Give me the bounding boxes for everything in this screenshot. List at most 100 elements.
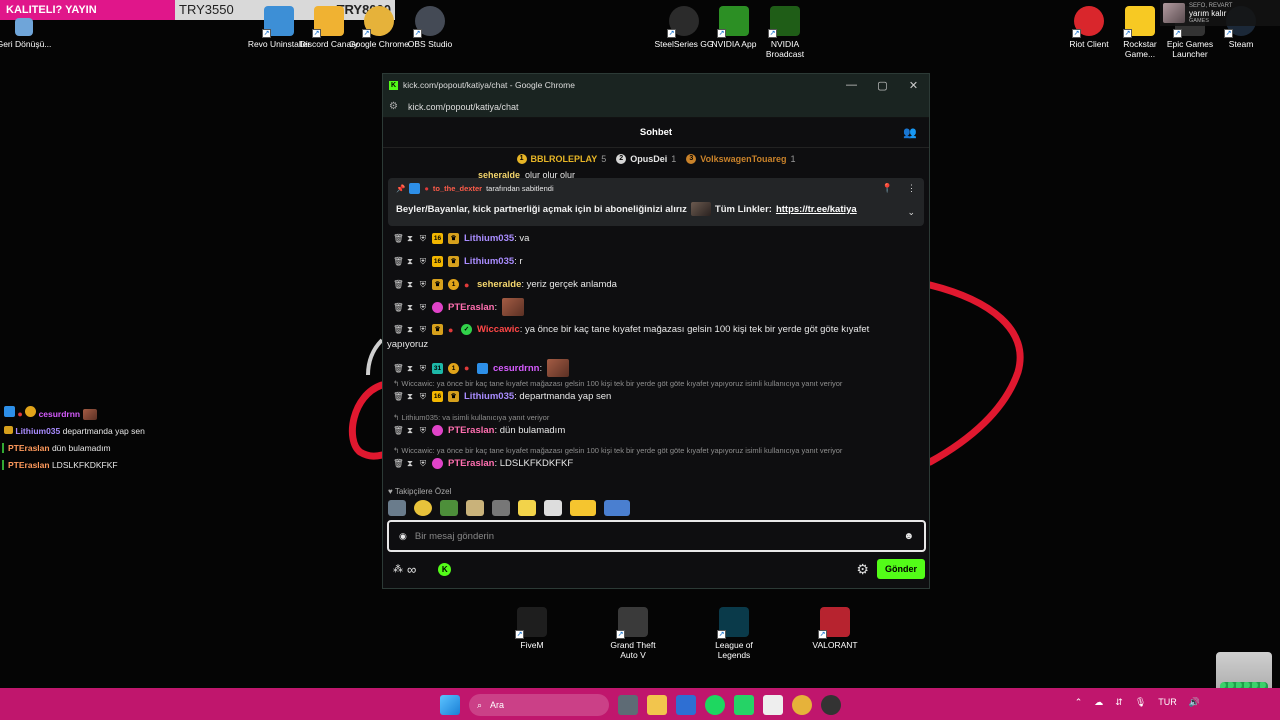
spotify-icon[interactable]	[705, 695, 725, 715]
chat-username[interactable]: Lithium035	[464, 256, 514, 267]
delete-icon[interactable]: 🗑	[393, 302, 404, 313]
title-bar[interactable]: K kick.com/popout/katiya/chat - Google C…	[383, 74, 929, 96]
search-box[interactable]: ⌕ Ara	[469, 694, 609, 716]
address-bar[interactable]: ⚙ kick.com/popout/katiya/chat	[383, 96, 929, 118]
delete-icon[interactable]: 🗑	[393, 233, 404, 244]
pinned-link[interactable]: https://tr.ee/katiya	[776, 204, 857, 215]
mail-icon[interactable]	[676, 695, 696, 715]
reply-context[interactable]: ↰ Wiccawic: ya önce bir kaç tane kıyafet…	[393, 446, 842, 455]
shield-icon[interactable]: ⛨	[419, 302, 427, 313]
whatsapp-icon[interactable]	[734, 695, 754, 715]
chat-message: 🗑 ⧗ ⛨ 16 ♛ Lithium035: r	[393, 256, 921, 267]
minimize-button[interactable]: —	[836, 79, 867, 92]
emote-icon[interactable]	[388, 500, 406, 516]
chat-username[interactable]: Wiccawic	[477, 324, 520, 335]
chat-username[interactable]: PTEraslan	[448, 302, 494, 313]
desktop-icon-lol[interactable]: ↗ League of Legends	[702, 607, 766, 660]
emote-icon[interactable]	[466, 500, 484, 516]
notepad-icon[interactable]	[763, 695, 783, 715]
chat-username[interactable]: seheralde	[477, 279, 521, 290]
language-indicator[interactable]: TUR	[1158, 697, 1177, 708]
leaderboard-item[interactable]: 3 VolkswagenTouareg 1	[686, 154, 795, 164]
mic-icon[interactable]: 🎙	[1135, 697, 1146, 708]
desktop-icon-nvidia-broadcast[interactable]: ↗ NVIDIA Broadcast	[753, 6, 817, 59]
send-button[interactable]: Gönder	[876, 559, 925, 579]
chevron-down-icon[interactable]: ⌄	[907, 207, 915, 218]
calculator-icon[interactable]	[618, 695, 638, 715]
infinity-icon[interactable]: ∞	[407, 562, 416, 577]
desktop-icon-fivem[interactable]: ↗ FiveM	[500, 607, 564, 650]
folder-icon[interactable]	[647, 695, 667, 715]
emote-icon[interactable]	[518, 500, 536, 516]
pinned-by-user[interactable]: to_the_dexter	[433, 184, 482, 193]
timeout-icon[interactable]: ⧗	[406, 458, 414, 469]
volume-icon[interactable]: 🔊	[1189, 697, 1200, 708]
shield-icon[interactable]: ⛨	[419, 363, 427, 374]
reply-text: Wiccawic: ya önce bir kaç tane kıyafet m…	[401, 379, 843, 388]
delete-icon[interactable]: 🗑	[393, 363, 404, 374]
delete-icon[interactable]: 🗑	[393, 458, 404, 469]
shield-icon[interactable]: ⛨	[419, 425, 427, 436]
chat-username[interactable]: PTEraslan	[448, 425, 494, 436]
reply-context[interactable]: ↰ Wiccawic: ya önce bir kaç tane kıyafet…	[393, 379, 842, 388]
shield-icon[interactable]: ⛨	[419, 279, 427, 290]
discord-icon: ↗	[312, 6, 344, 38]
more-options-icon[interactable]: ⋮	[907, 183, 916, 194]
close-button[interactable]: ✕	[898, 79, 929, 92]
points-icon[interactable]: ⁂	[393, 564, 403, 575]
cloud-icon[interactable]: ☁	[1094, 697, 1103, 708]
windows-start-icon[interactable]	[440, 695, 460, 715]
maximize-button[interactable]: ▢	[867, 79, 898, 92]
timeout-icon[interactable]: ⧗	[406, 391, 414, 402]
chat-username[interactable]: Lithium035	[464, 233, 514, 244]
chevron-up-icon[interactable]: ⌃	[1075, 697, 1083, 708]
shield-icon[interactable]: ⛨	[419, 391, 427, 402]
chat-input[interactable]: ◉ Bir mesaj gönderin ☻	[387, 520, 926, 552]
timeout-icon[interactable]: ⧗	[406, 279, 414, 290]
network-icon[interactable]: ⇵	[1115, 697, 1123, 708]
emote-icon[interactable]	[604, 500, 630, 516]
shield-icon[interactable]: ⛨	[419, 458, 427, 469]
site-settings-icon[interactable]: ⚙	[389, 101, 398, 112]
obs-taskbar-icon[interactable]	[821, 695, 841, 715]
chat-username[interactable]: PTEraslan	[448, 458, 494, 469]
emote-icon[interactable]	[544, 500, 562, 516]
desktop-icon-valorant[interactable]: ↗ VALORANT	[803, 607, 867, 650]
timeout-icon[interactable]: ⧗	[406, 363, 414, 374]
desktop-icon-obs[interactable]: ↗ OBS Studio	[398, 6, 462, 49]
emote-icon[interactable]	[414, 500, 432, 516]
desktop-icon-recycle[interactable]: Geri Dönüşü...	[0, 18, 56, 49]
chat-username[interactable]: cesurdrnn	[493, 363, 539, 374]
notification-toast[interactable]: SEFO, REVART yarım kalır GAMES	[1160, 0, 1280, 26]
kick-icon[interactable]: K	[438, 562, 452, 576]
delete-icon[interactable]: 🗑	[393, 425, 404, 436]
emote-picker-icon[interactable]: ◉	[399, 531, 407, 542]
delete-icon[interactable]: 🗑	[393, 391, 404, 402]
timeout-icon[interactable]: ⧗	[406, 256, 414, 267]
shield-icon[interactable]: ⛨	[419, 324, 427, 335]
leaderboard-item[interactable]: 1 BBLROLEPLAY 5	[516, 154, 606, 164]
smiley-icon[interactable]: ☻	[903, 531, 914, 542]
desktop-icon-gta[interactable]: ↗ Grand Theft Auto V	[601, 607, 665, 660]
chrome-taskbar-icon[interactable]	[792, 695, 812, 715]
settings-gear-icon[interactable]: ⚙	[856, 561, 869, 578]
users-icon[interactable]: 👥	[903, 126, 917, 139]
timeout-icon[interactable]: ⧗	[406, 425, 414, 436]
chat-username[interactable]: Lithium035	[464, 391, 514, 402]
timeout-icon[interactable]: ⧗	[406, 233, 414, 244]
emote-icon[interactable]	[492, 500, 510, 516]
delete-icon[interactable]: 🗑	[393, 324, 404, 335]
delete-icon[interactable]: 🗑	[393, 256, 404, 267]
emote-icon[interactable]	[440, 500, 458, 516]
timeout-icon[interactable]: ⧗	[406, 302, 414, 313]
leaderboard-item[interactable]: 2 OpusDei 1	[616, 154, 676, 164]
shield-icon[interactable]: ⛨	[419, 233, 427, 244]
reply-context[interactable]: ↰ Lithium035: va isimli kullanıcıya yanı…	[393, 413, 549, 422]
pinned-message[interactable]: 📌 ● to_the_dexter tarafından sabitlendi …	[388, 178, 924, 226]
delete-icon[interactable]: 🗑	[393, 279, 404, 290]
unpin-icon[interactable]: 📍	[882, 183, 893, 194]
emote-icon[interactable]	[570, 500, 596, 516]
shield-icon[interactable]: ⛨	[419, 256, 427, 267]
chat-text: : ya önce bir kaç tane kıyafet mağazası …	[519, 324, 870, 335]
timeout-icon[interactable]: ⧗	[406, 324, 414, 335]
